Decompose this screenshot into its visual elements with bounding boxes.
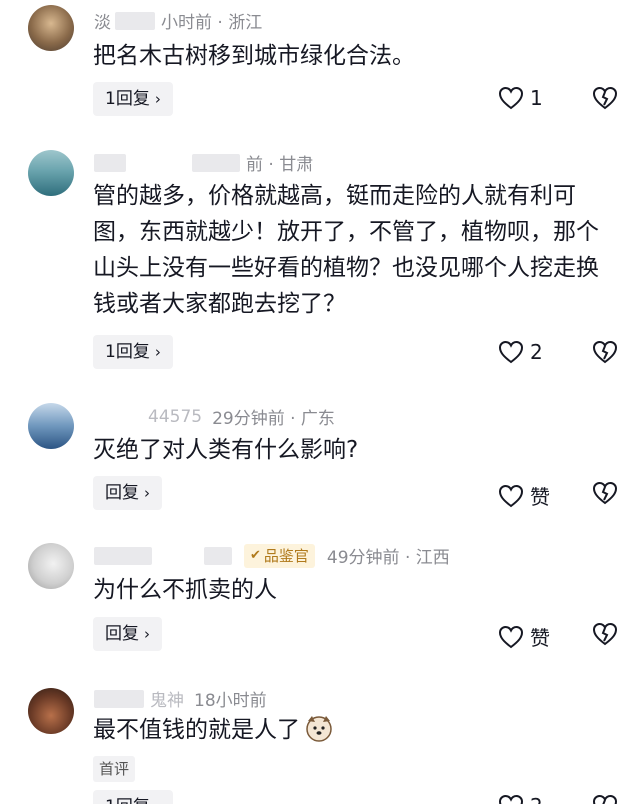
reply-button[interactable]: 1回复 › — [93, 335, 173, 369]
like-button[interactable]: 2 — [498, 794, 543, 804]
username[interactable]: 44575 — [148, 407, 202, 427]
chevron-right-icon: › — [155, 790, 161, 804]
comment-meta: 44575 29分钟前 · 广东 — [94, 404, 335, 430]
first-comment-tag: 首评 — [93, 756, 136, 782]
dislike-button[interactable] — [592, 622, 618, 650]
reply-button[interactable]: 1回复 › — [93, 790, 173, 804]
dog-face-emoji-icon — [304, 713, 334, 754]
comment-meta: 淡 小时前 · 浙江 — [94, 8, 262, 33]
broken-heart-icon — [592, 340, 618, 364]
comment-meta: 鬼神 18小时前 — [94, 686, 267, 711]
broken-heart-icon — [592, 794, 618, 804]
like-count: 1 — [530, 86, 543, 110]
heart-outline-icon — [498, 86, 524, 110]
reply-label: 1回复 — [105, 790, 150, 804]
chevron-right-icon: › — [154, 90, 161, 108]
comment-text[interactable]: 最不值钱的就是人了 — [93, 712, 613, 754]
badge[interactable]: ✔ 品鉴官 — [244, 543, 315, 568]
chevron-right-icon: › — [144, 625, 150, 643]
dislike-button[interactable] — [592, 340, 618, 368]
username[interactable]: 鬼神 — [150, 686, 184, 711]
chevron-right-icon: › — [154, 343, 161, 361]
username-blur — [115, 11, 155, 30]
comment-meta: ✔ 品鉴官 49分钟前 · 江西 — [94, 543, 450, 568]
broken-heart-icon — [592, 622, 618, 646]
broken-heart-icon — [592, 481, 618, 505]
like-count: 2 — [530, 340, 543, 364]
username[interactable]: 淡 — [94, 8, 111, 33]
reply-button[interactable]: 回复 › — [93, 476, 162, 510]
dislike-button[interactable] — [592, 794, 618, 804]
comment-text-body: 最不值钱的就是人了 — [93, 717, 300, 743]
comment-meta: 前 · 甘肃 — [94, 150, 313, 175]
reply-label: 回复 — [105, 624, 139, 644]
reply-label: 1回复 — [105, 342, 150, 362]
dislike-button[interactable] — [592, 481, 618, 509]
reply-label: 1回复 — [105, 89, 150, 109]
chevron-right-icon: › — [144, 484, 150, 502]
username-blur — [192, 153, 240, 172]
username-blur — [94, 153, 126, 172]
avatar[interactable] — [28, 150, 74, 196]
like-count: 赞 — [530, 485, 550, 509]
like-button[interactable]: 赞 — [498, 622, 550, 651]
time-location: 前 · 甘肃 — [246, 155, 314, 175]
avatar[interactable] — [28, 403, 74, 449]
heart-outline-icon — [498, 484, 524, 507]
like-count: 赞 — [530, 626, 550, 650]
reply-label: 回复 — [105, 483, 139, 503]
heart-outline-icon — [498, 625, 524, 648]
comment-text[interactable]: 把名木古树移到城市绿化合法。 — [93, 38, 613, 74]
shield-check-icon: ✔ — [250, 548, 261, 563]
time-location: 49分钟前 · 江西 — [326, 548, 450, 568]
time-location: 小时前 · 浙江 — [161, 13, 263, 33]
heart-outline-icon — [498, 340, 524, 364]
dislike-button[interactable] — [592, 86, 618, 114]
time-location: 18小时前 — [194, 691, 267, 711]
reply-button[interactable]: 1回复 › — [93, 82, 173, 116]
time-location: 29分钟前 · 广东 — [212, 409, 335, 429]
comment-text[interactable]: 灭绝了对人类有什么影响? — [93, 432, 613, 468]
like-button[interactable]: 赞 — [498, 481, 550, 510]
reply-button[interactable]: 回复 › — [93, 617, 162, 651]
avatar[interactable] — [28, 543, 74, 589]
username-blur — [204, 546, 232, 565]
badge-label: 品鉴官 — [263, 547, 309, 565]
comment-text[interactable]: 为什么不抓卖的人 — [93, 572, 613, 608]
like-button[interactable]: 1 — [498, 86, 543, 110]
broken-heart-icon — [592, 86, 618, 110]
heart-outline-icon — [498, 794, 524, 804]
username-blur — [94, 546, 152, 565]
like-button[interactable]: 2 — [498, 340, 543, 364]
avatar[interactable] — [28, 5, 74, 51]
comment-text[interactable]: 管的越多，价格就越高，铤而走险的人就有利可图，东西就越少！放开了，不管了，植物呗… — [93, 178, 613, 322]
avatar[interactable] — [28, 688, 74, 734]
like-count: 2 — [530, 794, 543, 804]
username-blur — [94, 689, 144, 708]
